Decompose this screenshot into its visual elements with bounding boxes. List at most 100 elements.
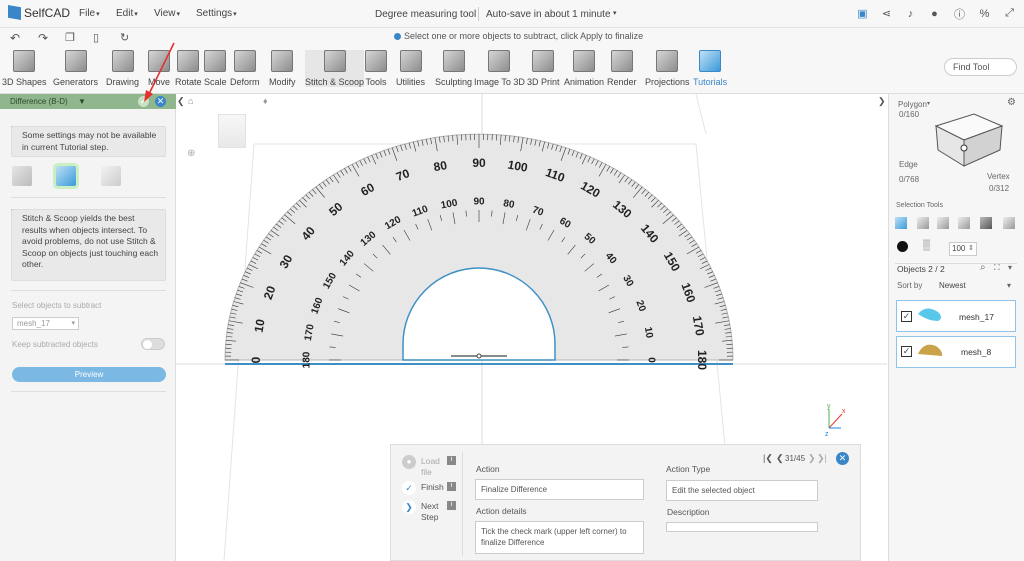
object-visible-checkbox[interactable]: ✓ <box>901 311 912 322</box>
panel-collapse-icon[interactable]: ▼ <box>78 97 86 106</box>
tool-3d-print[interactable]: 3D Print <box>527 50 560 87</box>
objects-menu-icon[interactable]: ▾ <box>1008 263 1012 272</box>
step-info-icon[interactable]: i <box>447 482 456 491</box>
sort-dropdown[interactable]: Newest <box>939 281 966 290</box>
app-logo[interactable]: SelfCAD <box>8 5 70 20</box>
document-title[interactable]: Degree measuring tool <box>375 9 476 20</box>
user-icon[interactable]: ● <box>928 7 941 20</box>
autosave-status: Auto-save in about 1 minute <box>486 9 611 20</box>
axis-z-label: z <box>825 431 829 438</box>
texture-icon[interactable]: ▒ <box>923 240 930 251</box>
tip-box: Stitch & Scoop yields the best results w… <box>11 209 166 281</box>
object-row[interactable] <box>896 300 1016 332</box>
tutorial-close-icon[interactable]: ✕ <box>836 452 849 465</box>
vertex-mode-label[interactable]: Vertex <box>987 172 1010 181</box>
info-icon[interactable]: ⓘ <box>953 7 966 21</box>
tool-3d-shapes[interactable]: 3D Shapes <box>2 50 47 87</box>
next-nav-icon[interactable]: ❯ <box>808 453 816 464</box>
modify-icon <box>271 50 294 72</box>
tool-modify[interactable]: Modify <box>269 50 296 87</box>
panel-title: Difference (B-D) <box>10 97 68 106</box>
intersection-icon[interactable] <box>101 166 121 186</box>
union-icon[interactable] <box>12 166 32 186</box>
next-step-icon[interactable]: ❯ <box>402 500 416 514</box>
action-type-field: Edit the selected object <box>666 480 818 501</box>
tools-icon <box>365 50 387 72</box>
notification-bell-icon[interactable]: ♪ <box>904 7 917 20</box>
tool-drawing[interactable]: Drawing <box>106 50 139 87</box>
protractor-inner-label: 90 <box>473 197 485 208</box>
select-solid-icon[interactable] <box>980 217 992 229</box>
reset-icon[interactable]: ↻ <box>120 31 129 44</box>
menu-settings[interactable]: Settings <box>196 8 237 19</box>
difference-icon[interactable] <box>56 166 76 186</box>
search-objects-icon[interactable]: ⌕ <box>980 262 986 273</box>
tool-projections[interactable]: Projections <box>645 50 690 87</box>
selection-mode-cube[interactable] <box>930 104 1008 170</box>
axis-x-label: x <box>842 408 846 415</box>
object-visible-checkbox[interactable]: ✓ <box>901 346 912 357</box>
last-step-icon[interactable]: ❯| <box>817 453 827 464</box>
tool-animation[interactable]: Animation <box>564 50 604 87</box>
step-next[interactable]: Next Step <box>421 501 443 523</box>
step-info-icon[interactable]: i <box>447 456 456 465</box>
image-icon <box>488 50 511 72</box>
render-icon <box>610 50 633 72</box>
stitch-scoop-icon <box>323 50 346 72</box>
tool-scale[interactable]: Scale <box>204 50 227 87</box>
select-vertices-icon[interactable] <box>958 217 970 229</box>
app-name: SelfCAD <box>24 5 71 20</box>
generator-icon <box>64 50 87 72</box>
expand-objects-icon[interactable]: ⛶ <box>994 263 1000 273</box>
sort-by-label: Sort by <box>897 281 923 290</box>
tool-image-to-3d[interactable]: Image To 3D <box>474 50 525 87</box>
description-label: Description <box>667 507 710 517</box>
action-field: Finalize Difference <box>475 479 644 500</box>
redo-icon[interactable]: ↷ <box>38 31 48 45</box>
sort-dropdown-icon[interactable]: ▾ <box>1007 281 1011 290</box>
tool-stitch-scoop[interactable]: Stitch & Scoop <box>305 50 365 87</box>
fullscreen-icon[interactable]: ⤢ <box>1003 7 1016 20</box>
select-objects-dropdown[interactable]: mesh_17 <box>12 317 79 330</box>
objects-count: Objects 2 / 2 <box>897 264 945 274</box>
share-icon[interactable]: ⋖ <box>880 7 893 20</box>
save-icon[interactable]: ▣ <box>856 7 869 20</box>
units-icon[interactable]: % <box>978 7 991 20</box>
step-info-icon[interactable]: i <box>447 501 456 510</box>
protractor[interactable]: 01020304050607080 90 100 110120130140150160… <box>176 94 887 394</box>
object-row[interactable] <box>896 336 1016 368</box>
divider <box>11 197 166 198</box>
tool-deform[interactable]: Deform <box>230 50 260 87</box>
tool-render[interactable]: Render <box>607 50 637 87</box>
prev-step-icon[interactable]: ❮ <box>776 453 784 464</box>
tool-tools[interactable]: Tools <box>365 50 387 87</box>
select-edges-icon[interactable] <box>937 217 949 229</box>
find-tool-input[interactable]: Find Tool <box>944 58 1017 76</box>
menu-file[interactable]: File <box>79 8 100 19</box>
tool-sculpting[interactable]: Sculpting <box>435 50 472 87</box>
menu-edit[interactable]: Edit <box>116 8 138 19</box>
select-all-icon[interactable] <box>895 217 907 229</box>
tool-generators[interactable]: Generators <box>53 50 98 87</box>
edge-count: 0/768 <box>899 175 920 184</box>
first-step-icon[interactable]: |❮ <box>763 453 773 464</box>
undo-icon[interactable]: ↶ <box>10 31 20 45</box>
copy-icon[interactable]: ❐ <box>65 31 75 44</box>
edge-mode-label[interactable]: Edge <box>899 160 918 169</box>
menu-view[interactable]: View <box>154 8 180 19</box>
autosave-dropdown-icon[interactable]: ▾ <box>613 9 617 17</box>
tool-tutorials[interactable]: Tutorials <box>693 50 727 87</box>
select-faces-icon[interactable] <box>917 217 929 229</box>
opacity-stepper-icon[interactable]: ⇕ <box>968 244 974 252</box>
keep-subtracted-label: Keep subtracted objects <box>12 340 98 349</box>
settings-gear-icon[interactable]: ⚙ <box>1007 97 1016 108</box>
preview-button[interactable]: Preview <box>12 367 166 382</box>
color-picker-icon[interactable] <box>897 241 908 252</box>
protractor-outer-label: 10 <box>252 318 268 334</box>
polygon-mode-label[interactable]: Polygon <box>898 100 927 109</box>
keep-subtracted-toggle[interactable] <box>141 338 165 350</box>
tool-utilities[interactable]: Utilities <box>396 50 425 87</box>
load-file-step-icon: ● <box>402 455 416 469</box>
select-box-icon[interactable] <box>1003 217 1015 229</box>
delete-icon[interactable]: ▯ <box>93 31 99 44</box>
